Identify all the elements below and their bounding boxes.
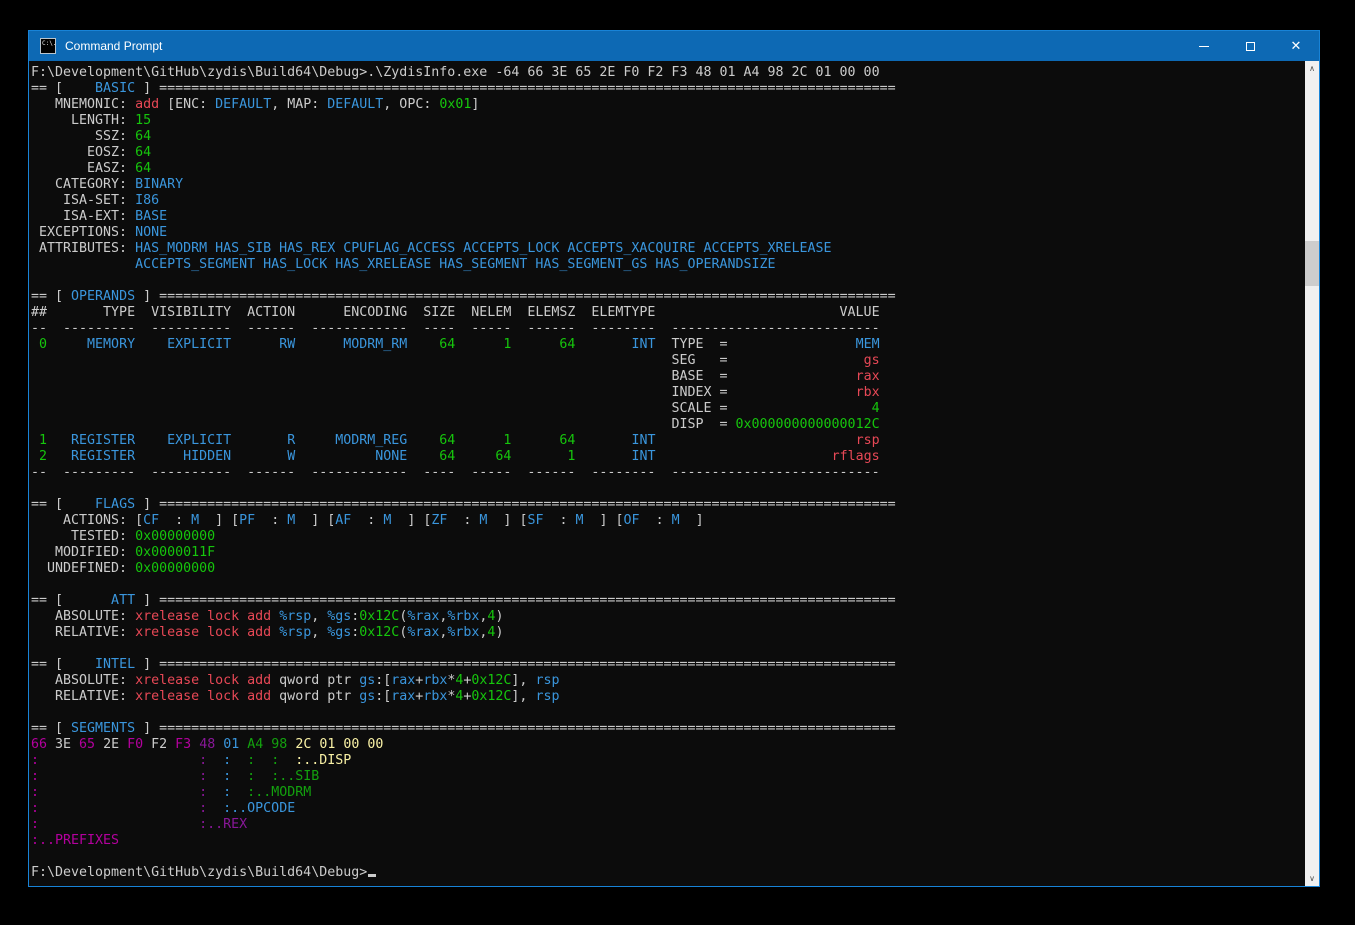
terminal-line: ISA-EXT: BASE: [31, 209, 896, 225]
close-button[interactable]: ✕: [1273, 31, 1319, 61]
maximize-button[interactable]: [1227, 31, 1273, 61]
terminal-line: ATTRIBUTES: HAS_MODRM HAS_SIB HAS_REX CP…: [31, 241, 896, 257]
terminal-line: == [ OPERANDS ] ========================…: [31, 289, 896, 305]
terminal-output: F:\Development\GitHub\zydis\Build64\Debu…: [31, 65, 896, 881]
terminal-line: EOSZ: 64: [31, 145, 896, 161]
terminal-line: RELATIVE: xrelease lock add qword ptr gs…: [31, 689, 896, 705]
terminal-line: ABSOLUTE: xrelease lock add qword ptr gs…: [31, 673, 896, 689]
terminal-line: INDEX = rbx: [31, 385, 896, 401]
window-controls: ✕: [1181, 31, 1319, 61]
terminal-line: DISP = 0x000000000000012C: [31, 417, 896, 433]
terminal-line: : :..REX: [31, 817, 896, 833]
title-bar: C:\. Command Prompt ✕: [29, 31, 1319, 61]
terminal-line: 66 3E 65 2E F0 F2 F3 48 01 A4 98 2C 01 0…: [31, 737, 896, 753]
terminal-line: RELATIVE: xrelease lock add %rsp, %gs:0x…: [31, 625, 896, 641]
terminal-line: EXCEPTIONS: NONE: [31, 225, 896, 241]
terminal-line: LENGTH: 15: [31, 113, 896, 129]
terminal-line: ACTIONS: [CF : M ] [PF : M ] [AF : M ] […: [31, 513, 896, 529]
terminal-line: [31, 273, 896, 289]
terminal-line: UNDEFINED: 0x00000000: [31, 561, 896, 577]
terminal-line: : : :..OPCODE: [31, 801, 896, 817]
cmd-icon[interactable]: C:\.: [40, 38, 56, 54]
close-icon: ✕: [1291, 40, 1302, 53]
chevron-up-icon: ∧: [1309, 65, 1315, 73]
terminal-line: 2 REGISTER HIDDEN W NONE 64 64 1 INT rfl…: [31, 449, 896, 465]
maximize-icon: [1246, 42, 1255, 51]
terminal-line: :..PREFIXES: [31, 833, 896, 849]
window-title: Command Prompt: [65, 39, 1181, 53]
text-cursor: [368, 874, 376, 877]
scrollbar-thumb[interactable]: [1305, 241, 1319, 286]
terminal-line: == [ ATT ] =============================…: [31, 593, 896, 609]
terminal-line: SSZ: 64: [31, 129, 896, 145]
terminal-line: SCALE = 4: [31, 401, 896, 417]
terminal-line: [31, 641, 896, 657]
terminal-line: ABSOLUTE: xrelease lock add %rsp, %gs:0x…: [31, 609, 896, 625]
minimize-button[interactable]: [1181, 31, 1227, 61]
terminal-line: : : : : : :..DISP: [31, 753, 896, 769]
terminal-line: BASE = rax: [31, 369, 896, 385]
command-prompt-window: C:\. Command Prompt ✕ F:\Development\Git…: [28, 30, 1320, 887]
terminal-line: MNEMONIC: add [ENC: DEFAULT, MAP: DEFAUL…: [31, 97, 896, 113]
scroll-up-button[interactable]: ∧: [1305, 61, 1319, 76]
terminal-line: == [ SEGMENTS ] ========================…: [31, 721, 896, 737]
scrollbar[interactable]: ∧ ∨: [1305, 61, 1319, 886]
terminal-line: SEG = gs: [31, 353, 896, 369]
terminal-line: -- --------- ---------- ------ ---------…: [31, 321, 896, 337]
chevron-down-icon: ∨: [1309, 875, 1315, 883]
console-area[interactable]: F:\Development\GitHub\zydis\Build64\Debu…: [29, 61, 1319, 886]
terminal-line: [31, 577, 896, 593]
terminal-line: : : : :..MODRM: [31, 785, 896, 801]
minimize-icon: [1199, 46, 1209, 47]
terminal-line: F:\Development\GitHub\zydis\Build64\Debu…: [31, 865, 896, 881]
terminal-line: EASZ: 64: [31, 161, 896, 177]
terminal-line: TESTED: 0x00000000: [31, 529, 896, 545]
terminal-line: 0 MEMORY EXPLICIT RW MODRM_RM 64 1 64 IN…: [31, 337, 896, 353]
terminal-line: ACCEPTS_SEGMENT HAS_LOCK HAS_XRELEASE HA…: [31, 257, 896, 273]
terminal-line: CATEGORY: BINARY: [31, 177, 896, 193]
terminal-line: F:\Development\GitHub\zydis\Build64\Debu…: [31, 65, 896, 81]
terminal-line: [31, 849, 896, 865]
terminal-line: 1 REGISTER EXPLICIT R MODRM_REG 64 1 64 …: [31, 433, 896, 449]
cmd-icon-glyph: C:\.: [42, 40, 56, 47]
terminal-line: -- --------- ---------- ------ ---------…: [31, 465, 896, 481]
terminal-line: [31, 481, 896, 497]
terminal-line: MODIFIED: 0x0000011F: [31, 545, 896, 561]
terminal-line: == [ BASIC ] ===========================…: [31, 81, 896, 97]
terminal-line: ISA-SET: I86: [31, 193, 896, 209]
terminal-line: : : : : :..SIB: [31, 769, 896, 785]
scroll-down-button[interactable]: ∨: [1305, 871, 1319, 886]
terminal-line: [31, 705, 896, 721]
terminal-line: ## TYPE VISIBILITY ACTION ENCODING SIZE …: [31, 305, 896, 321]
terminal-line: == [ INTEL ] ===========================…: [31, 657, 896, 673]
terminal-line: == [ FLAGS ] ===========================…: [31, 497, 896, 513]
